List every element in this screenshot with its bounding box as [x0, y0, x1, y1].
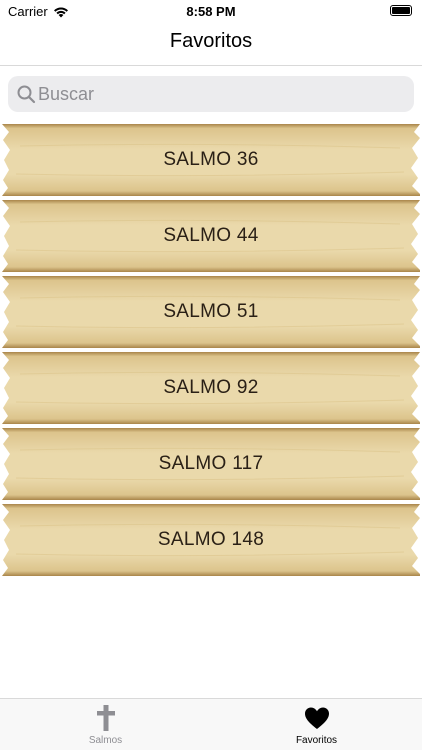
- favorite-item[interactable]: SALMO 44: [0, 198, 422, 274]
- tab-label-salmos: Salmos: [88, 735, 123, 746]
- heart-icon: [304, 707, 329, 729]
- tab-salmos[interactable]: Salmos: [0, 699, 211, 750]
- cross-icon: [96, 705, 115, 731]
- tab-favoritos[interactable]: Favoritos: [211, 699, 422, 750]
- favorite-item[interactable]: SALMO 92: [0, 350, 422, 426]
- favorite-item-label: SALMO 117: [158, 453, 264, 474]
- favorite-item[interactable]: SALMO 51: [0, 274, 422, 350]
- favorite-item[interactable]: SALMO 117: [0, 426, 422, 502]
- favorite-item-label: SALMO 148: [157, 529, 265, 550]
- favorite-item-label: SALMO 36: [163, 149, 259, 170]
- favorites-list: SALMO 36 SALMO 44 SALMO 51 SALMO 92 SALMO 11…: [0, 122, 422, 578]
- tab-bar: Salmos Favoritos: [0, 698, 422, 750]
- favorite-item-label: SALMO 51: [163, 301, 259, 322]
- status-bar: Carrier 8:58 PM: [0, 0, 422, 22]
- navigation-bar: Favoritos: [0, 22, 422, 66]
- battery-icon: [390, 5, 412, 16]
- battery-level: [392, 7, 410, 14]
- page-title: Favoritos: [169, 30, 253, 52]
- favorite-item-label: SALMO 92: [163, 377, 259, 398]
- search-input[interactable]: [38, 76, 398, 112]
- favorite-item-label: SALMO 44: [163, 225, 259, 246]
- search-bar[interactable]: [8, 76, 414, 112]
- tab-label-favoritos: Favoritos: [295, 735, 338, 746]
- status-time: 8:58 PM: [186, 4, 236, 19]
- favorite-item[interactable]: SALMO 148: [0, 502, 422, 578]
- favorite-item[interactable]: SALMO 36: [0, 122, 422, 198]
- search-icon: [17, 85, 36, 104]
